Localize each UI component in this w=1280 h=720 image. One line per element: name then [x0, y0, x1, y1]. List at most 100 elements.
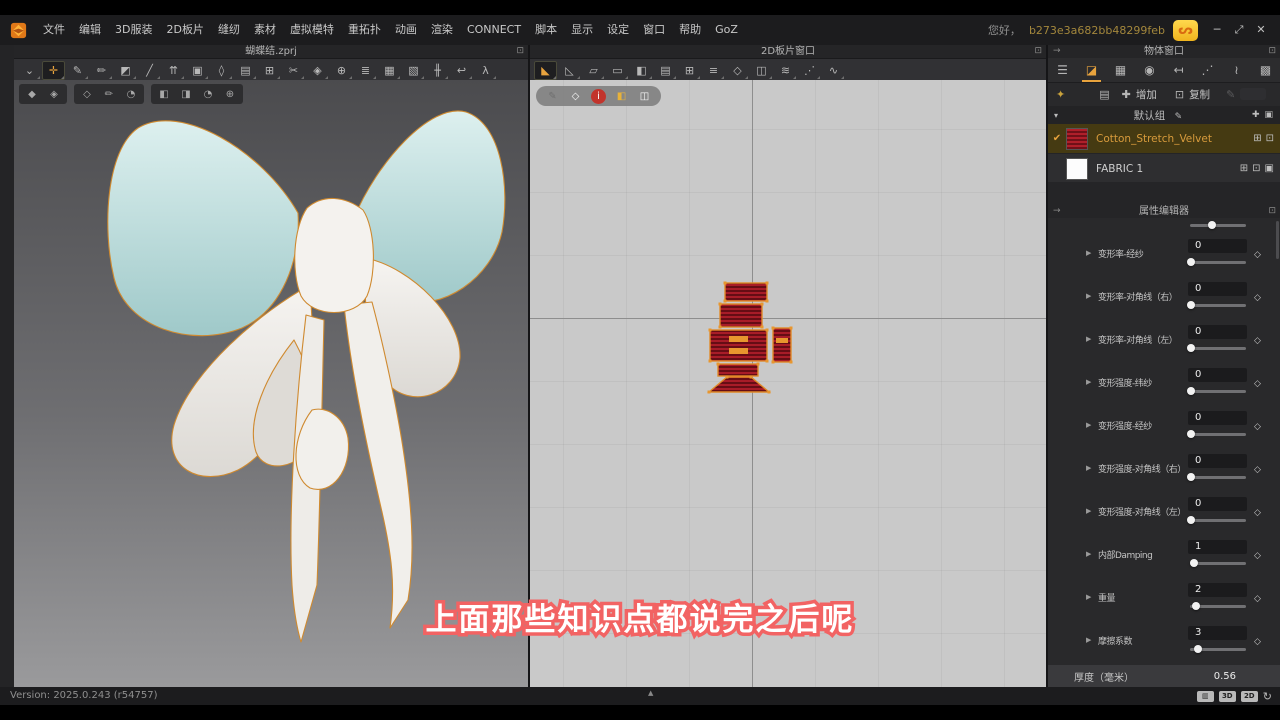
property-value-input[interactable]: 0 — [1188, 239, 1247, 253]
tab-puckering[interactable]: ≀ — [1222, 58, 1251, 82]
viewport-2d-header[interactable]: 2D板片窗口 ⊡ — [530, 45, 1046, 59]
slider-thumb[interactable] — [1187, 344, 1196, 352]
expand-arrow-icon[interactable]: ▶ — [1086, 550, 1091, 558]
fabric-action-icon[interactable]: ⊡ — [1252, 163, 1260, 174]
expand-arrow-icon[interactable]: ▶ — [1086, 507, 1091, 515]
transform-tool-icon[interactable]: ◣ — [534, 60, 557, 80]
rename-group-icon[interactable]: ✎ — [1175, 112, 1183, 122]
zipper-icon[interactable]: ≣ — [354, 61, 377, 80]
steam-icon[interactable]: ◈ — [306, 61, 329, 80]
paste-pattern-icon[interactable]: ▣ — [186, 61, 209, 80]
menu-item[interactable]: 文件 — [36, 15, 72, 45]
sewing-machine-icon[interactable]: ▤ — [234, 61, 257, 80]
expand-arrow-icon[interactable]: ▶ — [1086, 464, 1091, 472]
slider-thumb[interactable] — [1187, 258, 1196, 266]
wall-icon[interactable]: ▦ — [378, 61, 401, 80]
keyframe-diamond-icon[interactable]: ◇ — [1254, 508, 1261, 518]
property-value-input[interactable]: 0 — [1188, 368, 1247, 382]
fabric-action-icon[interactable]: ▣ — [1265, 163, 1274, 174]
add-button[interactable]: 增加 — [1136, 87, 1157, 102]
show-mode-icon[interactable]: ⌄ — [18, 61, 41, 80]
expand-arrow-icon[interactable]: ▶ — [1086, 378, 1091, 386]
view-2d-button[interactable]: 2D — [1240, 690, 1258, 702]
iron-icon[interactable]: ≡ — [702, 61, 725, 80]
select-move-icon[interactable]: ✛ — [42, 60, 65, 80]
restore-button[interactable]: ⤢ — [1228, 15, 1250, 45]
edit-curve-icon[interactable]: ◺ — [558, 61, 581, 80]
user-id-label[interactable]: b273e3a682bb48299feb — [1029, 24, 1165, 37]
property-slider[interactable] — [1187, 430, 1246, 438]
property-slider[interactable] — [1187, 473, 1246, 481]
quilt-grid-icon[interactable]: ⊞ — [258, 61, 281, 80]
slider-thumb[interactable] — [1187, 516, 1196, 524]
expand-arrow-icon[interactable]: ▶ — [1086, 292, 1091, 300]
fabric-row[interactable]: FABRIC 1 ⊞ ⊡ ▣ — [1048, 154, 1280, 184]
brush-icon[interactable]: ✏ — [90, 61, 113, 80]
property-value-input[interactable]: 0 — [1188, 454, 1247, 468]
slider-thumb[interactable] — [1187, 430, 1196, 438]
tshirt-icon[interactable]: ◇ — [726, 61, 749, 80]
minimize-button[interactable]: ─ — [1206, 15, 1228, 45]
property-value-input[interactable]: 2 — [1188, 583, 1247, 597]
tab-pin[interactable]: ↤ — [1164, 58, 1193, 82]
viewport-3d-header[interactable]: 蝴蝶结.zprj ⊡ — [14, 45, 528, 59]
float-panel-icon[interactable]: ⊡ — [516, 45, 524, 58]
sync-button[interactable]: ↻ — [1263, 690, 1272, 703]
tab-graphic[interactable]: ▦ — [1106, 58, 1135, 82]
arrange-fabric-icon[interactable]: ◫ — [637, 89, 652, 104]
property-value-input[interactable]: 1 — [1188, 540, 1247, 554]
bow-3d-model[interactable] — [14, 80, 528, 687]
fabric-action-icon[interactable]: ⊞ — [1240, 163, 1248, 174]
property-editor-header[interactable]: → 属性编辑器 ⊡ — [1048, 205, 1280, 219]
expand-arrow-icon[interactable]: ▶ — [1086, 593, 1091, 601]
property-slider[interactable] — [1190, 559, 1246, 567]
property-value-input[interactable]: 0 — [1188, 497, 1247, 511]
fabric-yellow-icon[interactable]: ◧ — [614, 89, 629, 104]
menu-item[interactable]: 渲染 — [424, 15, 460, 45]
menu-item[interactable]: 素材 — [247, 15, 283, 45]
folder-icon[interactable]: ▣ — [1264, 110, 1273, 120]
measure-icon[interactable]: ╫ — [426, 61, 449, 80]
tab-fabric[interactable]: ◪ — [1077, 58, 1106, 82]
property-value-input[interactable]: 0 — [1188, 282, 1247, 296]
keyframe-diamond-icon[interactable]: ◇ — [1254, 551, 1261, 561]
view-3d-button[interactable]: 3D — [1218, 690, 1236, 702]
split-view-button[interactable]: ▥ — [1196, 690, 1214, 702]
fabric-piece-icon[interactable]: ◧ — [630, 61, 653, 80]
scrollbar-thumb[interactable] — [1276, 221, 1279, 259]
add-icon[interactable]: ✚ — [1122, 88, 1131, 101]
slider-thumb[interactable] — [1192, 602, 1201, 610]
property-slider[interactable] — [1187, 344, 1246, 352]
expand-arrow-icon[interactable]: ▶ — [1086, 421, 1091, 429]
menu-item[interactable]: 设定 — [600, 15, 636, 45]
spool-icon[interactable]: ✦ — [1056, 88, 1065, 101]
slider-thumb[interactable] — [1208, 221, 1217, 229]
menu-item[interactable]: 缝纫 — [211, 15, 247, 45]
tshirt-white-icon[interactable]: ◇ — [568, 89, 583, 104]
pattern-pieces[interactable] — [530, 80, 1046, 687]
garment-icon[interactable]: ◊ — [210, 61, 233, 80]
fabric-action-icon[interactable]: ⊡ — [1266, 133, 1274, 144]
property-slider[interactable] — [1190, 602, 1246, 610]
wall-select-icon[interactable]: ▧ — [402, 61, 425, 80]
object-window-header[interactable]: → 物体窗口 ⊡ — [1048, 45, 1280, 59]
fabric-row[interactable]: ✔ Cotton_Stretch_Velvet ⊞ ⊡ — [1048, 124, 1280, 154]
keyframe-diamond-icon[interactable]: ◇ — [1254, 422, 1261, 432]
slider-thumb[interactable] — [1187, 473, 1196, 481]
partial-slider-track[interactable] — [1190, 221, 1246, 229]
scissors-icon[interactable]: ✂ — [282, 61, 305, 80]
menu-item[interactable]: CONNECT — [460, 15, 528, 45]
property-value-input[interactable]: 0 — [1188, 325, 1247, 339]
info-icon[interactable]: i — [591, 88, 606, 104]
fabric-group-row[interactable]: ▾ 默认组 ✎ ✚ ▣ — [1048, 106, 1280, 124]
pen-cursor-icon[interactable]: ✎ — [66, 61, 89, 80]
menu-item[interactable]: 动画 — [388, 15, 424, 45]
viewport-3d[interactable]: 蝴蝶结.zprj ⊡ ⌄ ✛ ✎ ✏ ◩ ╱ ⇈ ▣ ◊ ▤ ⊞ ✂ ◈ ⊕ ≣ ▦ ▧ ╫ ↩ λ ◆ ◈ ◇ ✏ ◔ ◧ ◨ ◔… — [14, 45, 528, 687]
keyframe-diamond-icon[interactable]: ◇ — [1254, 336, 1261, 346]
menu-item[interactable]: 脚本 — [528, 15, 564, 45]
line-tool-icon[interactable]: ╱ — [138, 61, 161, 80]
dock-arrow-icon[interactable]: → — [1053, 205, 1061, 218]
copy-icon[interactable]: ⊡ — [1175, 88, 1184, 101]
canvas-2d[interactable]: ✎ ◇ i ◧ ◫ — [530, 80, 1046, 687]
pattern-outline-icon[interactable]: ▱ — [582, 61, 605, 80]
